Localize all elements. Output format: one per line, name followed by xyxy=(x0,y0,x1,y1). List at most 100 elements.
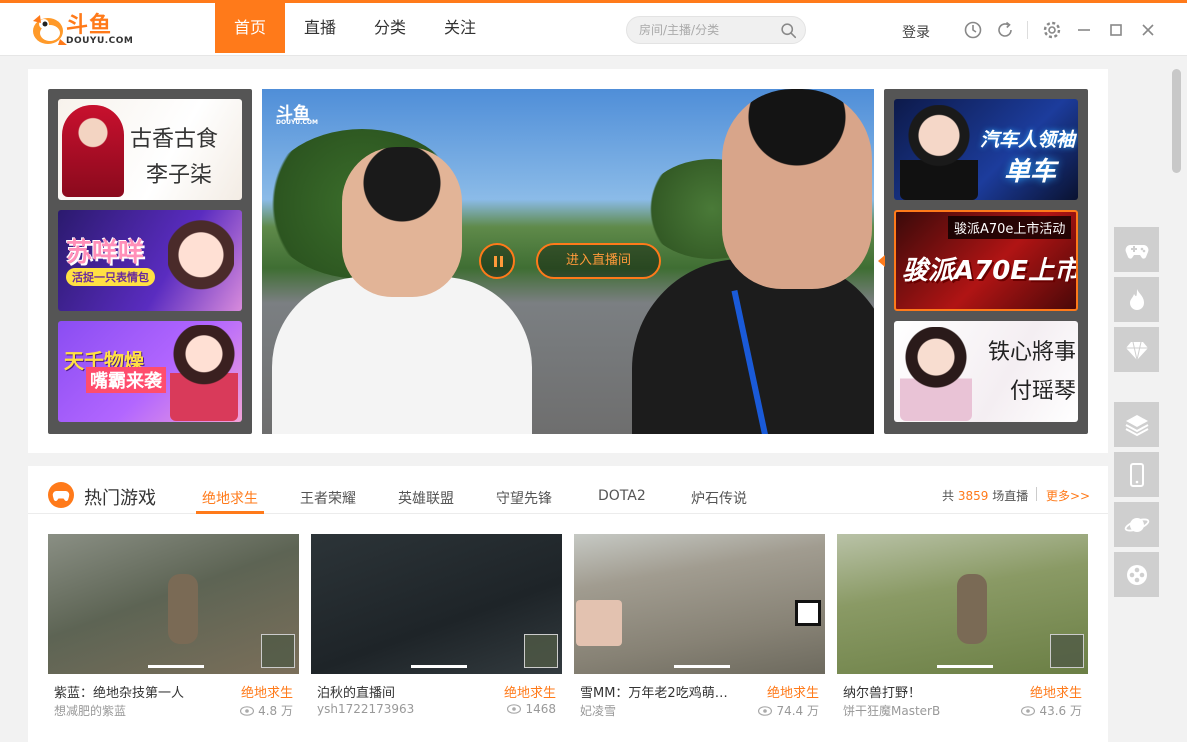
nav-home[interactable]: 首页 xyxy=(215,3,285,53)
right-thumb-2[interactable]: 骏派A70E上市&试驾 骏派A70e上市活动 xyxy=(894,210,1078,311)
nav-category[interactable]: 分类 xyxy=(355,3,425,53)
minimap xyxy=(261,634,295,668)
qr-code xyxy=(795,600,821,626)
stream-card[interactable]: 雪MM：万年老2吃鸡萌… 绝地求生 妃凌雪 74.4 万 xyxy=(574,534,825,724)
history-icon[interactable] xyxy=(963,20,983,40)
minimap xyxy=(524,634,558,668)
settings-gear-icon[interactable] xyxy=(1042,20,1062,40)
tab-hearthstone[interactable]: 炉石传说 xyxy=(691,488,747,508)
mobile-icon xyxy=(1129,462,1144,487)
pause-button[interactable] xyxy=(479,243,515,279)
tab-honor-of-kings[interactable]: 王者荣耀 xyxy=(300,488,356,508)
game-character xyxy=(957,574,987,644)
float-game-button[interactable] xyxy=(1114,227,1159,272)
person-head xyxy=(342,147,462,297)
right-thumb-1[interactable]: 汽车人领袖 单车 xyxy=(894,99,1078,200)
person-head xyxy=(722,89,872,289)
stream-card[interactable]: 紫蓝：绝地杂技第一人 绝地求生 想减肥的紫蓝 4.8 万 xyxy=(48,534,299,724)
thumb-figure xyxy=(62,105,124,197)
view-count: 74.4 万 xyxy=(758,702,819,719)
streamer-name: 妃凌雪 xyxy=(580,704,617,718)
person-body xyxy=(632,259,874,434)
stream-game-tag[interactable]: 绝地求生 xyxy=(767,682,819,701)
view-count: 4.8 万 xyxy=(240,702,293,719)
thumb-subtitle: 李子柒 xyxy=(146,163,213,188)
stream-game-tag[interactable]: 绝地求生 xyxy=(241,682,293,701)
float-hot-button[interactable] xyxy=(1114,277,1159,322)
search-input[interactable] xyxy=(639,21,779,39)
stream-card[interactable]: 泊秋的直播间 绝地求生 ysh1722173963 1468 xyxy=(311,534,562,724)
planet-icon xyxy=(1124,517,1149,532)
tab-pubg[interactable]: 绝地求生 xyxy=(202,488,258,508)
brand-name: 斗鱼 xyxy=(66,13,113,38)
live-video-player[interactable]: 斗鱼 DOUYU.COM 进入直播间 xyxy=(262,89,874,434)
maximize-icon[interactable] xyxy=(1106,20,1126,40)
film-reel-icon xyxy=(1126,564,1147,585)
hot-games-section: 热门游戏 绝地求生 王者荣耀 英雄联盟 守望先锋 DOTA2 炉石传说 共 38… xyxy=(28,466,1108,742)
tab-dota2[interactable]: DOTA2 xyxy=(598,488,646,504)
view-count-value: 1468 xyxy=(525,702,556,716)
streamer-camera xyxy=(576,600,622,646)
float-mobile-button[interactable] xyxy=(1114,452,1159,497)
float-diamond-button[interactable] xyxy=(1114,327,1159,372)
streamer-name: ysh1722173963 xyxy=(317,702,415,716)
live-count-number: 3859 xyxy=(957,489,989,503)
search-box xyxy=(626,16,806,44)
view-count-value: 43.6 万 xyxy=(1039,704,1082,718)
douyu-logo[interactable]: 斗鱼 DOUYU.COM xyxy=(28,7,133,51)
left-thumb-3[interactable]: 天千物燥 嘴霸来袭 xyxy=(58,321,242,422)
float-category-button[interactable] xyxy=(1114,402,1159,447)
close-icon[interactable] xyxy=(1138,20,1158,40)
right-recommend-panel: 汽车人领袖 单车 骏派A70E上市&试驾 骏派A70e上市活动 铁心將事 付瑶琴 xyxy=(878,89,1088,434)
left-thumb-1[interactable]: 古香古食 李子柒 xyxy=(58,99,242,200)
nav-follow[interactable]: 关注 xyxy=(425,3,495,53)
eye-icon xyxy=(1021,705,1036,716)
diamond-icon xyxy=(1125,341,1148,360)
vertical-scrollbar[interactable] xyxy=(1167,57,1187,742)
stream-card[interactable]: 纳尔兽打野！ 绝地求生 饼干狂魔MasterB 43.6 万 xyxy=(837,534,1088,724)
stream-title: 泊秋的直播间 xyxy=(317,686,396,701)
stream-title: 纳尔兽打野！ xyxy=(843,686,922,701)
right-thumb-3[interactable]: 铁心將事 付瑶琴 xyxy=(894,321,1078,422)
minimize-icon[interactable] xyxy=(1074,20,1094,40)
view-count: 1468 xyxy=(507,702,556,716)
refresh-icon[interactable] xyxy=(995,20,1015,40)
active-thumb-arrow xyxy=(878,255,885,267)
scrollbar-thumb[interactable] xyxy=(1172,69,1181,173)
enter-room-button[interactable]: 进入直播间 xyxy=(536,243,661,279)
tab-lol[interactable]: 英雄联盟 xyxy=(398,488,454,508)
search-icon[interactable] xyxy=(780,22,797,39)
live-count: 共 3859 场直播 xyxy=(942,487,1028,504)
stream-thumbnail xyxy=(311,534,562,674)
stream-game-tag[interactable]: 绝地求生 xyxy=(504,682,556,701)
thumb-title: 苏咩咩 xyxy=(66,238,145,268)
brand-sub: DOUYU.COM xyxy=(66,36,134,46)
float-film-button[interactable] xyxy=(1114,552,1159,597)
thumb-title: 古香古食 xyxy=(130,127,219,152)
thumb-figure xyxy=(900,105,978,200)
thumb-tooltip: 骏派A70e上市活动 xyxy=(948,216,1072,239)
stream-game-tag[interactable]: 绝地求生 xyxy=(1030,682,1082,701)
live-count-suffix: 场直播 xyxy=(992,489,1029,503)
float-planet-button[interactable] xyxy=(1114,502,1159,547)
thumb-figure xyxy=(168,218,234,310)
nav-live[interactable]: 直播 xyxy=(285,3,355,53)
gamepad-icon xyxy=(1125,244,1148,259)
tab-overwatch[interactable]: 守望先锋 xyxy=(496,488,552,508)
fish-logo-icon xyxy=(33,15,67,45)
top-bar: 斗鱼 DOUYU.COM 首页 直播 分类 关注 登录 xyxy=(0,3,1187,56)
active-tab-underline xyxy=(196,511,264,514)
eye-icon xyxy=(507,704,522,714)
view-count: 43.6 万 xyxy=(1021,702,1082,719)
view-count-value: 74.4 万 xyxy=(776,704,819,718)
thumb-title: 汽车人领袖 xyxy=(980,129,1076,151)
thumb-figure xyxy=(900,327,972,421)
hot-games-title: 热门游戏 xyxy=(84,488,156,509)
hud-bar xyxy=(937,665,993,668)
more-link[interactable]: 更多>> xyxy=(1046,487,1090,504)
stream-title: 雪MM：万年老2吃鸡萌… xyxy=(580,686,728,701)
login-button[interactable]: 登录 xyxy=(902,22,930,42)
layers-icon xyxy=(1125,414,1148,436)
left-thumb-2[interactable]: 苏咩咩 活捉一只表情包 xyxy=(58,210,242,311)
thumb-title: 骏派A70E上市&试驾 xyxy=(902,256,1078,286)
